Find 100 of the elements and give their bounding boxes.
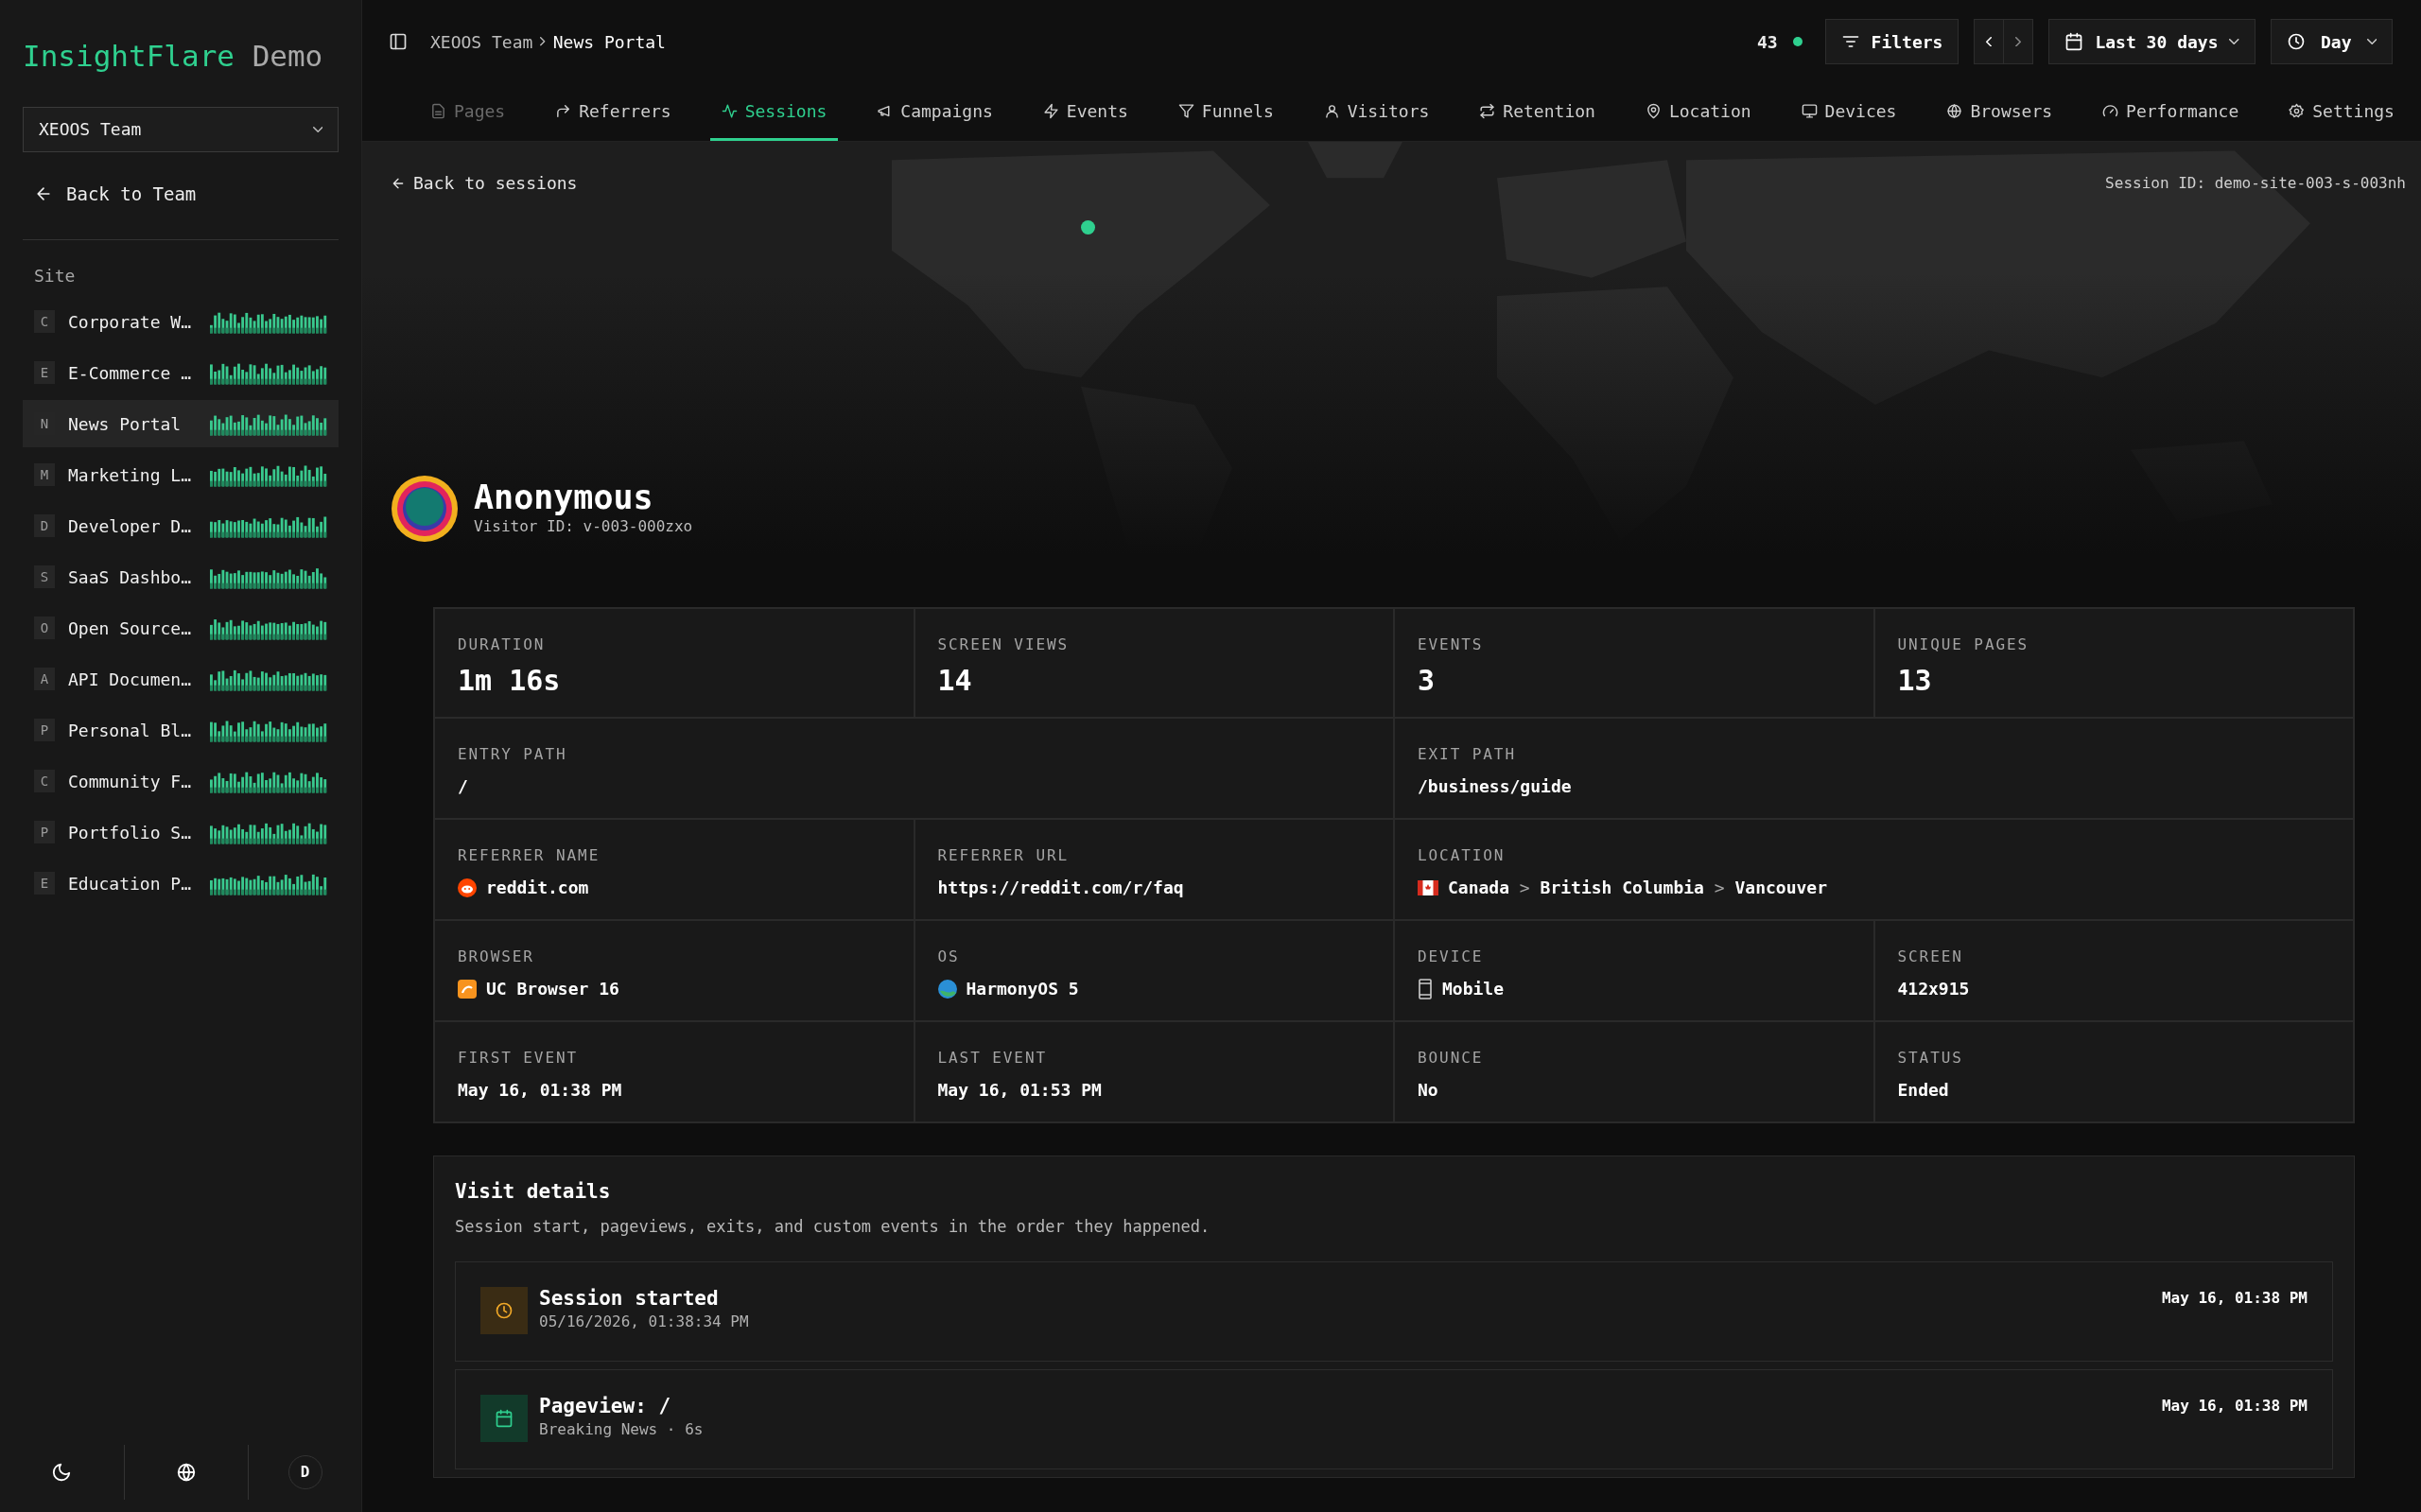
site-item[interactable]: E E-Commerce … (23, 349, 339, 396)
field-value: May 16, 01:38 PM (458, 1079, 622, 1102)
field-label: REFERRER NAME (458, 845, 601, 866)
user-icon (1323, 102, 1340, 119)
site-item[interactable]: A API Documen… (23, 655, 339, 703)
chevron-right-icon (540, 37, 546, 46)
field-value: UC Browser 16 (486, 978, 619, 1000)
site-initial: A (34, 668, 55, 690)
field-value: Mobile (1442, 978, 1505, 1000)
event-detail: 05/16/2026, 01:38:34 PM (539, 1312, 749, 1333)
tab[interactable]: Location (1633, 83, 1763, 141)
site-item[interactable]: N News Portal (23, 400, 339, 447)
site-initial: M (34, 463, 55, 486)
event-icon (480, 1287, 528, 1334)
chevron-down-icon (2229, 39, 2239, 44)
field-label: EVENTS (1418, 634, 1485, 655)
field-value: / (458, 775, 468, 798)
field-label: ENTRY PATH (458, 744, 568, 765)
phone-icon (1418, 978, 1433, 999)
tab[interactable]: Retention (1468, 83, 1607, 141)
site-item[interactable]: P Personal Bl… (23, 706, 339, 754)
site-item[interactable]: O Open Source… (23, 604, 339, 652)
back-link[interactable]: Back to sessions (391, 170, 578, 196)
tab[interactable]: Campaigns (865, 83, 1004, 141)
share-arrow-icon (555, 102, 572, 119)
site-initial: P (34, 821, 55, 843)
map-pin-icon (1645, 102, 1662, 119)
tab[interactable]: Visitors (1312, 83, 1441, 141)
avatar (391, 475, 459, 543)
chevron-left-icon (1986, 36, 1993, 47)
tab[interactable]: Browsers (1935, 83, 2064, 141)
site-initial: D (34, 514, 55, 537)
event-time: May 16, 01:38 PM (2161, 1396, 2308, 1416)
field-label: REFERRER URL (937, 845, 1071, 866)
site-item[interactable]: D Developer D… (23, 502, 339, 549)
site-name: Personal Bl… (68, 719, 193, 742)
event-detail: Breaking News · 6s (539, 1419, 704, 1441)
chevron-down-icon (312, 126, 322, 132)
gauge-icon (2102, 102, 2119, 119)
breadcrumb-link[interactable]: XEOOS Team (430, 28, 533, 55)
field-value: reddit.com (486, 877, 589, 899)
flag-icon (1418, 879, 1438, 895)
reddit-icon (458, 878, 477, 897)
site-item[interactable]: P Portfolio S… (23, 808, 339, 856)
site-name: Developer D… (68, 514, 193, 538)
field-label: EXIT PATH (1418, 744, 1517, 765)
chevron-right-icon (2015, 36, 2022, 47)
tab[interactable]: Performance (2091, 83, 2251, 141)
tab[interactable]: Pages (419, 83, 517, 141)
repeat-icon (1479, 102, 1496, 119)
settings-icon (2289, 102, 2306, 119)
interval-select[interactable]: Day (2271, 19, 2393, 64)
section-label: Site (33, 265, 77, 287)
stat-value: 3 (1418, 664, 1437, 698)
tab[interactable]: Referrers (544, 83, 683, 141)
funnel-icon (1177, 102, 1194, 119)
breadcrumb-current: News Portal (552, 30, 666, 54)
tab[interactable]: Events (1031, 83, 1140, 141)
field-label: BOUNCE (1418, 1048, 1485, 1069)
stat-value: 1m 16s (458, 664, 562, 698)
date-range-select[interactable]: Last 30 days (2048, 19, 2256, 64)
tab[interactable]: Devices (1789, 83, 1908, 141)
site-item[interactable]: C Community F… (23, 757, 339, 805)
lightning-icon (1042, 102, 1059, 119)
tab[interactable]: Settings (2277, 83, 2406, 141)
sidebar-toggle[interactable] (389, 32, 408, 51)
field-value: HarmonyOS 5 (966, 978, 1079, 1000)
site-initial: C (34, 770, 55, 792)
field-label: DEVICE (1418, 947, 1485, 967)
team-select[interactable]: XEOOS Team (23, 106, 339, 152)
event-icon (480, 1395, 528, 1442)
activity-icon (721, 102, 738, 119)
previous-button[interactable] (1974, 19, 2005, 64)
tab[interactable]: Funnels (1166, 83, 1285, 141)
site-name: Portfolio S… (68, 821, 193, 844)
field-label: OS (937, 947, 961, 967)
globe-icon (1946, 102, 1963, 119)
online-count: 43 (1756, 30, 1778, 54)
os-icon (937, 979, 957, 999)
next-button[interactable] (2004, 19, 2034, 64)
back-link[interactable]: Back to Team (23, 180, 339, 207)
card-subtitle: Session start, pageviews, exits, and custom events in the order they happened. (455, 1215, 1211, 1238)
field-label: DURATION (458, 634, 547, 655)
site-item[interactable]: S SaaS Dashbo… (23, 553, 339, 600)
globe-icon (176, 1462, 197, 1483)
status-dot (1792, 37, 1803, 46)
site-initial: O (34, 617, 55, 639)
site-name: API Documen… (68, 668, 193, 691)
card-title: Visit details (455, 1179, 612, 1205)
site-item[interactable]: C Corporate W… (23, 298, 339, 345)
visitor-id: Visitor ID: v-003-000zxo (474, 516, 693, 538)
filters-button[interactable]: Filters (1824, 19, 1959, 64)
site-name: SaaS Dashbo… (68, 565, 193, 589)
site-name: News Portal (68, 412, 183, 436)
calendar-icon (2064, 32, 2084, 51)
site-item[interactable]: M Marketing L… (23, 451, 339, 498)
field-label: SCREEN VIEWS (937, 634, 1071, 655)
site-name: E-Commerce … (68, 361, 193, 385)
session-id: Session ID: demo-site-003-s-003nh (2105, 172, 2406, 194)
site-item[interactable]: E Education P… (23, 860, 339, 907)
